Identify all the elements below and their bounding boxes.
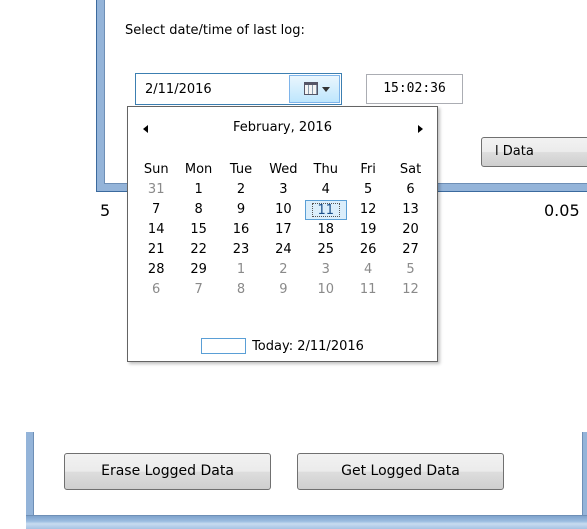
calendar-day[interactable]: 2 (220, 180, 262, 200)
calendar-day[interactable]: 5 (347, 180, 389, 200)
calendar-day[interactable]: 28 (135, 260, 177, 280)
day-of-week-label: Thu (313, 162, 338, 177)
calendar-day[interactable]: 1 (177, 180, 219, 200)
calendar-day[interactable]: 9 (262, 280, 304, 300)
calendar-week-row: 28 29 1 2 3 4 5 (135, 260, 432, 280)
calendar-day[interactable]: 15 (177, 220, 219, 240)
calendar-day[interactable]: 26 (347, 240, 389, 260)
calendar-week-row: 7 8 9 10 11 12 13 (135, 200, 432, 220)
calendar-day[interactable]: 11 (347, 280, 389, 300)
day-of-week-label: Fri (360, 162, 376, 177)
calendar-day[interactable]: 9 (220, 200, 262, 220)
day-of-week-label: Mon (184, 162, 213, 177)
erase-logged-data-button[interactable]: Erase Logged Data (64, 453, 271, 490)
calendar-icon (304, 82, 318, 95)
calendar-day[interactable]: 1 (220, 260, 262, 280)
day-of-week-label: Sun (143, 162, 169, 177)
calendar-day[interactable]: 16 (220, 220, 262, 240)
today-label: Today: 2/11/2016 (252, 338, 364, 354)
calendar-day[interactable]: 23 (220, 240, 262, 260)
calendar-day-selected[interactable]: 11 (304, 200, 347, 220)
calendar-day[interactable]: 2 (262, 260, 304, 280)
background-text-left: 5 (100, 201, 111, 220)
calendar-dropdown-button[interactable] (289, 75, 340, 103)
day-of-week-label: Tue (229, 162, 253, 177)
get-logged-data-button[interactable]: Get Logged Data (297, 453, 504, 490)
background-text-right: 0.05 (544, 201, 580, 220)
calendar-day[interactable]: 20 (389, 220, 431, 240)
calendar-week-row: 21 22 23 24 25 26 27 (135, 240, 432, 260)
time-input[interactable]: 15:02:36 (366, 74, 463, 104)
chevron-down-icon (322, 87, 330, 92)
calendar-day[interactable]: 31 (135, 180, 177, 200)
main-window-client: Erase Logged Data Get Logged Data (34, 432, 582, 516)
date-value: 2/11/2016 (145, 82, 212, 97)
calendar-day[interactable]: 13 (389, 200, 431, 220)
today-marker-box (201, 338, 247, 354)
calendar-day[interactable]: 3 (262, 180, 304, 200)
calendar-day[interactable]: 5 (389, 260, 431, 280)
today-link[interactable]: Today: 2/11/2016 (128, 336, 437, 356)
calendar-day[interactable]: 6 (389, 180, 431, 200)
calendar-day[interactable]: 10 (262, 200, 304, 220)
calendar-day[interactable]: 24 (262, 240, 304, 260)
calendar-day[interactable]: 3 (305, 260, 347, 280)
calendar-month-title[interactable]: February, 2016 (128, 120, 437, 135)
calendar-week-row: 14 15 16 17 18 19 20 (135, 220, 432, 240)
calendar-day[interactable]: 7 (177, 280, 219, 300)
calendar-day[interactable]: 8 (177, 200, 219, 220)
calendar-day[interactable]: 22 (177, 240, 219, 260)
calendar-day[interactable]: 25 (305, 240, 347, 260)
calendar-day[interactable]: 19 (347, 220, 389, 240)
window-frame-bottom (26, 515, 587, 529)
calendar-week-row: 6 7 8 9 10 11 12 (135, 280, 432, 300)
calendar-day[interactable]: 7 (135, 200, 177, 220)
calendar-day[interactable]: 29 (177, 260, 219, 280)
date-picker-field[interactable]: 2/11/2016 (135, 73, 342, 105)
calendar-day[interactable]: 12 (389, 280, 431, 300)
main-window-bottom: Erase Logged Data Get Logged Data (26, 432, 587, 529)
calendar-day[interactable]: 4 (347, 260, 389, 280)
calendar-popup: February, 2016 Sun Mon Tue Wed Thu Fri S… (127, 106, 438, 362)
calendar-day[interactable]: 17 (262, 220, 304, 240)
calendar-day[interactable]: 8 (220, 280, 262, 300)
day-of-week-label: Wed (269, 162, 298, 177)
calendar-day[interactable]: 4 (305, 180, 347, 200)
calendar-day[interactable]: 14 (135, 220, 177, 240)
calendar-week-row: 31 1 2 3 4 5 6 (135, 180, 432, 200)
calendar-day[interactable]: 12 (347, 200, 389, 220)
next-month-arrow-icon[interactable] (418, 125, 423, 133)
calendar-day[interactable]: 27 (389, 240, 431, 260)
calendar-day[interactable]: 18 (305, 220, 347, 240)
calendar-day[interactable]: 21 (135, 240, 177, 260)
prompt-label: Select date/time of last log: (125, 23, 305, 38)
day-of-week-label: Sat (399, 162, 422, 177)
calendar-day[interactable]: 10 (305, 280, 347, 300)
days-of-week-header: Sun Mon Tue Wed Thu Fri Sat (135, 160, 432, 180)
get-logged-data-button-partial[interactable]: l Data (481, 137, 587, 167)
calendar-day[interactable]: 6 (135, 280, 177, 300)
